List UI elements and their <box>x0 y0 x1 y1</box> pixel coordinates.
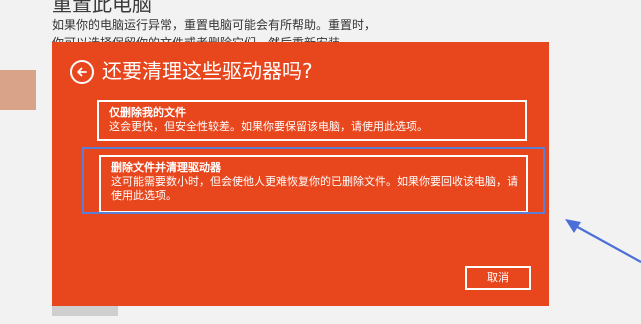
background-side-block <box>0 70 36 110</box>
back-button[interactable] <box>70 60 94 84</box>
back-arrow-icon <box>77 67 87 77</box>
dialog-title: 还要清理这些驱动器吗? <box>102 59 313 83</box>
cancel-button[interactable]: 取消 <box>465 266 531 290</box>
background-page-title: 重置此电脑 <box>52 0 152 16</box>
option-description: 这会更快，但安全性较差。如果你要保留该电脑，请使用此选项。 <box>109 120 428 133</box>
option-remove-files-only[interactable]: 仅删除我的文件 这会更快，但安全性较差。如果你要保留该电脑，请使用此选项。 <box>97 100 527 141</box>
option-title: 仅删除我的文件 <box>109 106 186 119</box>
highlight-annotation <box>82 147 545 214</box>
